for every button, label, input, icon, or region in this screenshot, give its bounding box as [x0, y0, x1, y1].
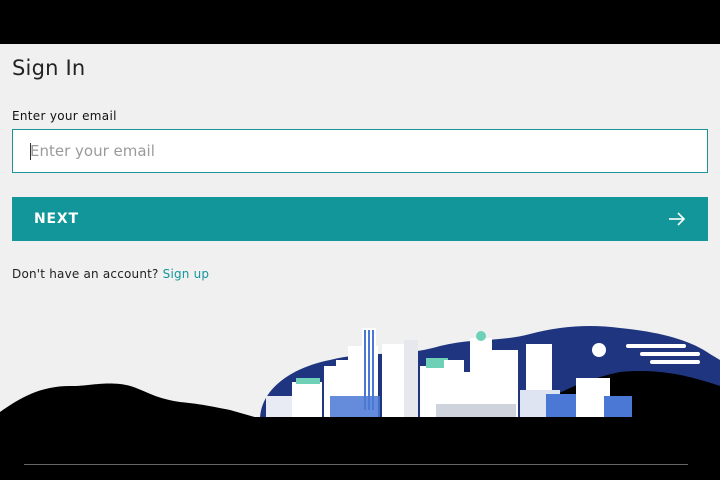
no-account-text: Don't have an account?	[12, 267, 159, 281]
city-skyline-illustration	[0, 326, 720, 420]
text-cursor	[30, 143, 31, 160]
email-label: Enter your email	[12, 109, 117, 123]
next-button-label: NEXT	[34, 211, 79, 227]
bottom-bar	[0, 417, 720, 480]
next-button[interactable]: NEXT	[12, 197, 708, 241]
page-title: Sign In	[12, 56, 86, 80]
email-input[interactable]	[12, 129, 708, 173]
top-bar	[0, 0, 720, 44]
footer-divider	[24, 464, 688, 465]
arrow-right-icon	[669, 212, 686, 226]
signup-link[interactable]: Sign up	[163, 267, 210, 281]
signup-prompt: Don't have an account? Sign up	[12, 267, 209, 281]
